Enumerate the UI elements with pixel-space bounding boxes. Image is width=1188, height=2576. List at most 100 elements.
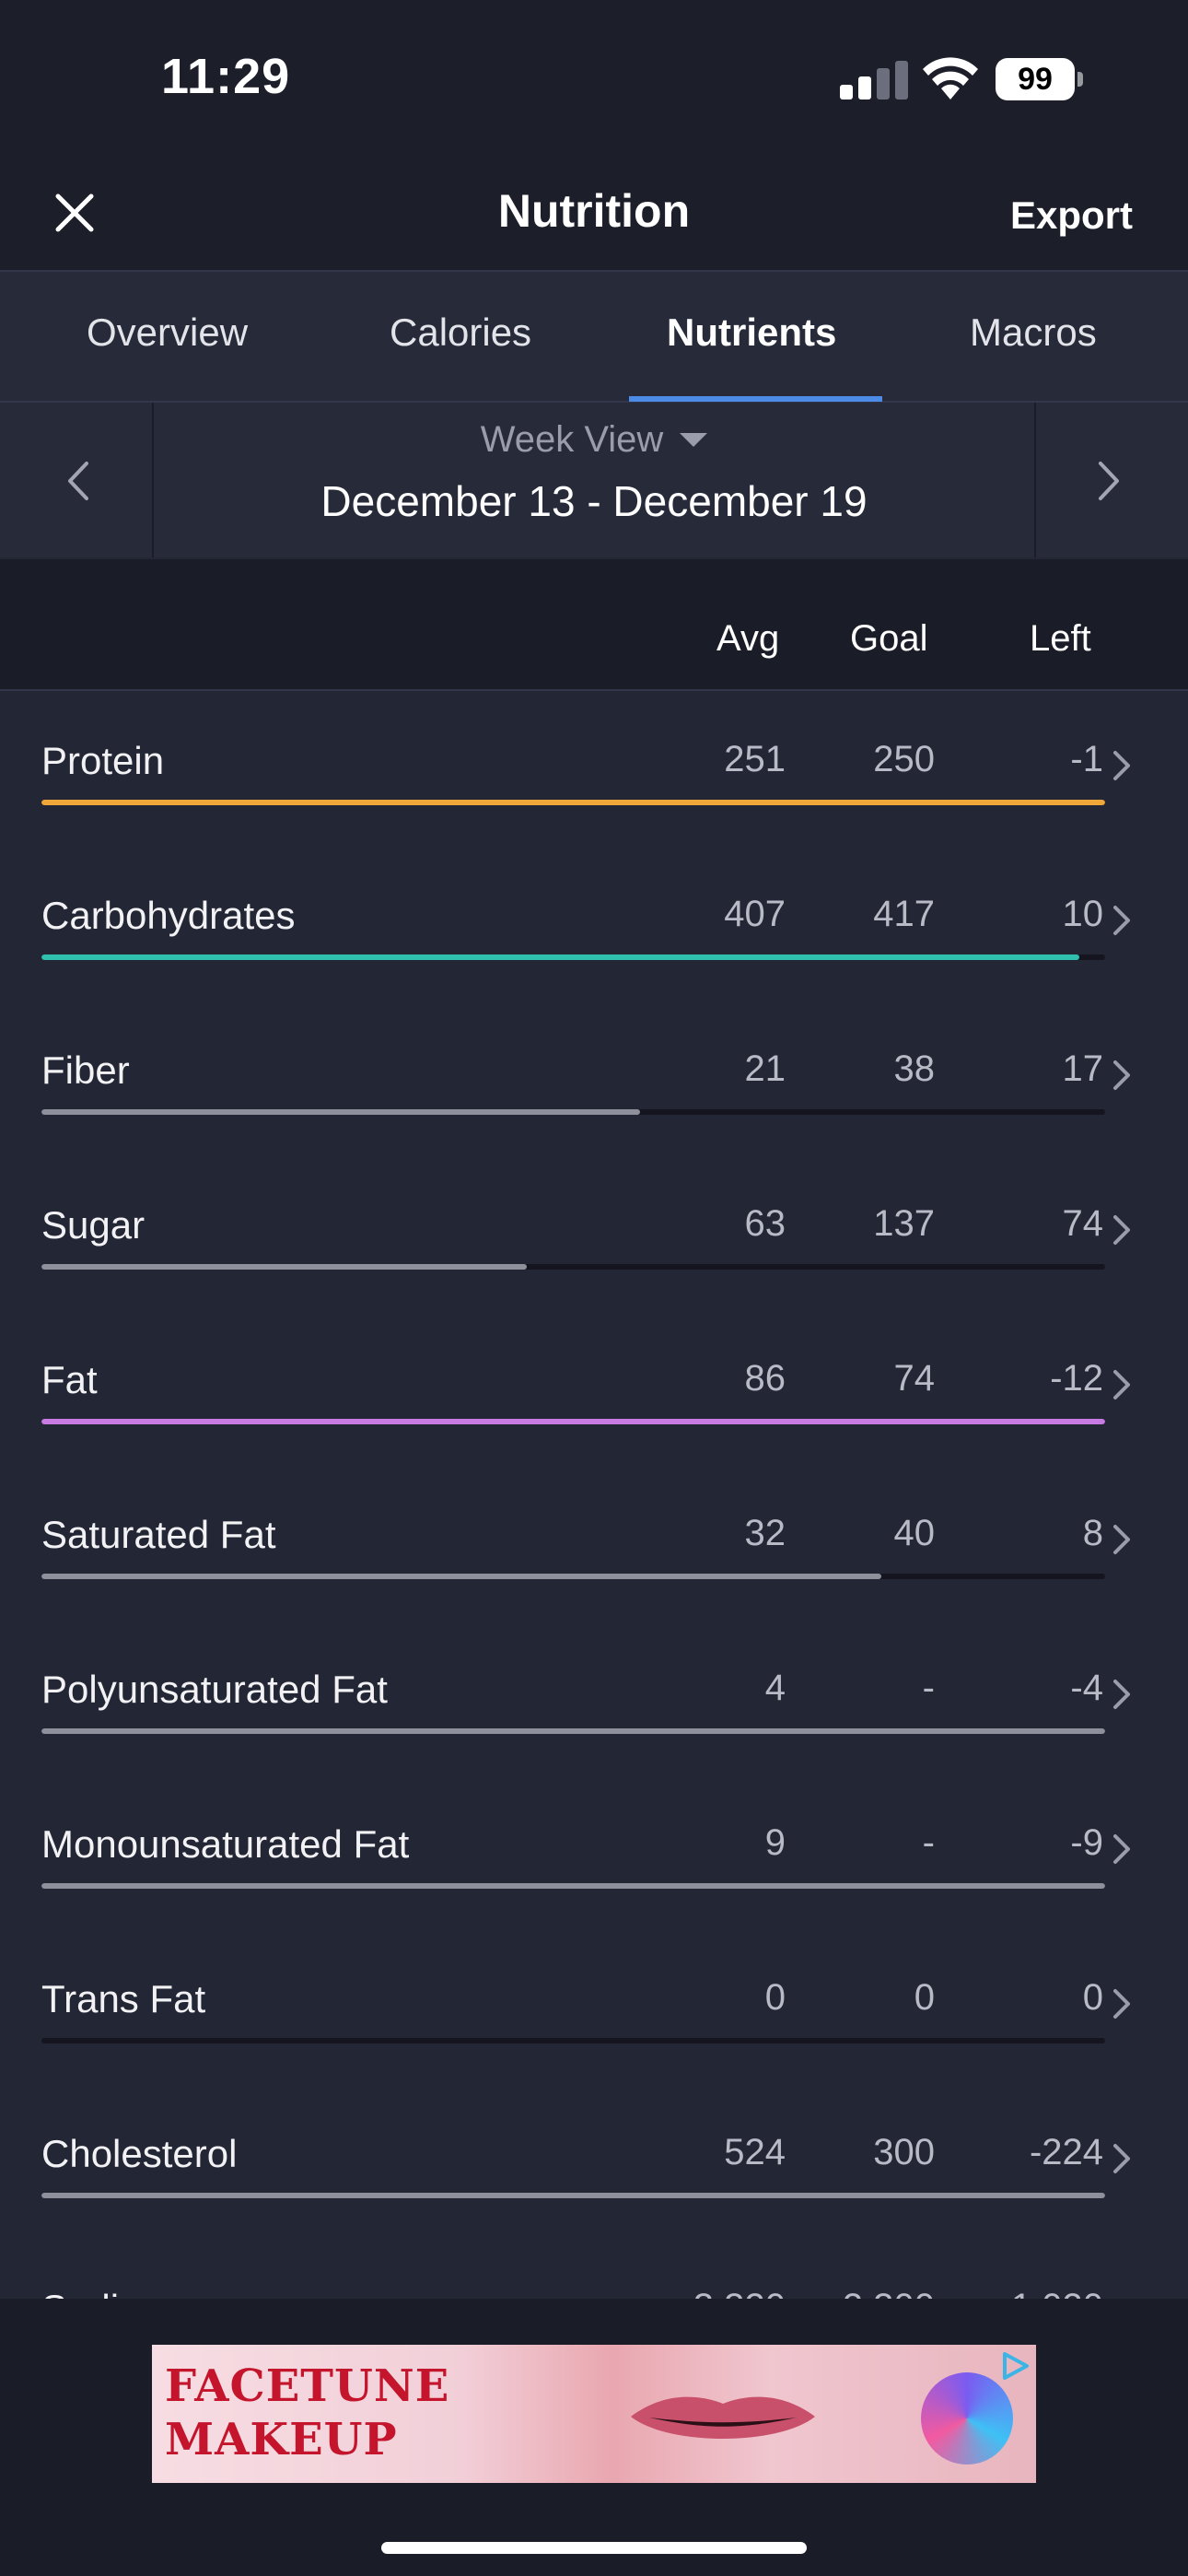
column-header: Avg Goal Left <box>0 559 1188 691</box>
navigation-bar: Nutrition Export <box>0 157 1188 272</box>
wifi-icon <box>923 57 978 100</box>
nutrient-name: Carbohydrates <box>41 894 296 937</box>
chevron-right-icon <box>1113 1834 1130 1864</box>
nutrient-avg: 9 <box>764 1822 786 1863</box>
nutrient-left: -1,020 <box>956 2287 1103 2299</box>
progress-track <box>41 1264 1105 1270</box>
ad-title-line-1: FACETUNE <box>165 2360 450 2412</box>
progress-track <box>41 1574 1105 1579</box>
next-week-button[interactable] <box>1034 403 1188 557</box>
progress-fill <box>41 1109 641 1115</box>
progress-track <box>41 2038 1105 2043</box>
lips-image <box>631 2396 815 2439</box>
nutrient-goal: - <box>922 1822 935 1863</box>
column-avg-label: Avg <box>716 618 780 659</box>
date-range-label: December 13 - December 19 <box>320 477 868 525</box>
export-button[interactable]: Export <box>1010 193 1133 238</box>
nutrient-avg: 4 <box>764 1668 786 1708</box>
nutrient-name: Trans Fat <box>41 1977 206 2020</box>
progress-fill <box>41 954 1080 960</box>
nutrient-goal: 250 <box>873 739 935 779</box>
tab-overview[interactable]: Overview <box>87 310 248 355</box>
nutrient-left: -9 <box>1070 1822 1103 1863</box>
progress-track <box>41 1728 1105 1734</box>
nutrient-goal: 300 <box>873 2132 935 2172</box>
nutrient-row[interactable]: Sodium 3,3202,300 -1,020 <box>0 2239 1188 2299</box>
chevron-right-icon <box>1113 2144 1130 2173</box>
week-view-dropdown[interactable]: Week View <box>0 419 1188 461</box>
nutrient-goal: 417 <box>873 894 935 934</box>
progress-fill <box>41 2193 1105 2198</box>
tab-calories[interactable]: Calories <box>390 310 531 355</box>
nutrient-row[interactable]: Cholesterol 524 300 -224 <box>0 2084 1188 2241</box>
ad-area: FACETUNE MAKEUP <box>0 2299 1188 2576</box>
nutrient-name: Protein <box>41 739 165 782</box>
tab-nutrients[interactable]: Nutrients <box>667 310 836 355</box>
nutrient-goal: 74 <box>893 1358 936 1399</box>
nutrient-avg: 251 <box>724 739 786 779</box>
chevron-right-icon <box>1099 462 1119 500</box>
nutrient-row[interactable]: Trans Fat 0 0 0 <box>0 1929 1188 2086</box>
nutrient-row[interactable]: Fat 86 74 -12 <box>0 1310 1188 1467</box>
progress-fill <box>41 1419 1105 1424</box>
progress-track <box>41 954 1105 960</box>
chevron-right-icon <box>1113 1215 1130 1245</box>
column-goal-label: Goal <box>850 618 928 659</box>
nutrient-avg: 32 <box>744 1513 786 1553</box>
week-view-label: Week View <box>480 419 664 460</box>
column-left-label: Left <box>1030 618 1091 659</box>
progress-track <box>41 1883 1105 1889</box>
nutrient-avg: 3,320 <box>638 2287 786 2299</box>
nutrient-avg: 524 <box>724 2132 786 2172</box>
battery-icon: 99 <box>996 58 1083 100</box>
nutrient-name: Saturated Fat <box>41 1513 276 1556</box>
nutrient-row[interactable]: Carbohydrates 407 417 10 <box>0 846 1188 1002</box>
nutrient-row[interactable]: Protein 251 250 -1 <box>0 691 1188 848</box>
chevron-right-icon <box>1113 751 1130 780</box>
tab-bar: Overview Calories Nutrients Macros <box>0 272 1188 403</box>
nutrient-row[interactable]: Monounsaturated Fat 9 - -9 <box>0 1774 1188 1931</box>
chevron-right-icon <box>1113 1370 1130 1399</box>
nutrient-row[interactable]: Sugar 63 137 74 <box>0 1155 1188 1312</box>
nutrient-name: Sugar <box>41 1203 146 1247</box>
nutrient-avg: 407 <box>724 894 786 934</box>
nutrient-goal: 137 <box>873 1203 935 1244</box>
nutrient-goal: 38 <box>893 1048 936 1089</box>
ad-banner[interactable]: FACETUNE MAKEUP <box>152 2345 1036 2483</box>
nutrient-avg: 86 <box>744 1358 786 1399</box>
nutrient-goal: - <box>922 1668 935 1708</box>
nutrient-avg: 63 <box>744 1203 786 1244</box>
nutrient-row[interactable]: Saturated Fat 32 40 8 <box>0 1465 1188 1622</box>
nutrient-left: -12 <box>1050 1358 1103 1399</box>
cellular-signal-icon <box>840 61 908 100</box>
ad-title-line-2: MAKEUP <box>165 2414 398 2465</box>
battery-nub <box>1077 72 1083 87</box>
date-range-selector: Week View December 13 - December 19 <box>0 403 1188 557</box>
nutrient-goal: 0 <box>914 1977 935 2018</box>
nutrient-row[interactable]: Fiber 21 38 17 <box>0 1001 1188 1157</box>
nutrient-avg: 21 <box>744 1048 786 1089</box>
ad-choices-icon[interactable] <box>999 2350 1031 2382</box>
nutrient-name: Sodium <box>41 2287 172 2299</box>
progress-track <box>41 2193 1105 2198</box>
nutrient-list: Protein 251 250 -1 Carbohydrates 407 417 10 Fibe… <box>0 691 1188 2299</box>
progress-track <box>41 1419 1105 1424</box>
nutrient-goal: 40 <box>893 1513 936 1553</box>
nutrient-left: 10 <box>1062 894 1104 934</box>
nutrient-row[interactable]: Polyunsaturated Fat 4 - -4 <box>0 1620 1188 1776</box>
nutrient-name: Monounsaturated Fat <box>41 1822 410 1866</box>
progress-fill <box>41 1264 527 1270</box>
home-indicator <box>381 2542 807 2554</box>
battery-level: 99 <box>996 58 1075 100</box>
nutrient-left: -1 <box>1070 739 1103 779</box>
progress-fill <box>41 1728 1105 1734</box>
tab-macros[interactable]: Macros <box>970 310 1097 355</box>
progress-track <box>41 1109 1105 1115</box>
nutrient-left: 74 <box>1062 1203 1104 1244</box>
nutrient-name: Cholesterol <box>41 2132 238 2175</box>
progress-fill <box>41 1574 882 1579</box>
chevron-right-icon <box>1113 1680 1130 1709</box>
chevron-right-icon <box>1113 1060 1130 1090</box>
progress-track <box>41 800 1105 805</box>
nutrient-left: -224 <box>1029 2132 1103 2172</box>
